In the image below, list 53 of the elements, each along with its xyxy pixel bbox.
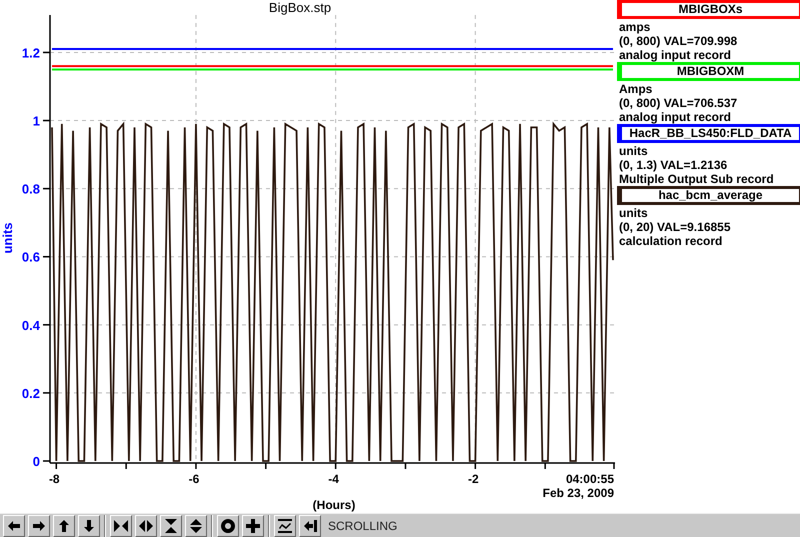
date-label: Feb 23, 2009 — [542, 486, 614, 500]
legend-label: MBIGBOXs — [617, 0, 800, 19]
toolbar-button[interactable] — [53, 515, 75, 537]
y-tick-label: 0.8 — [22, 182, 40, 197]
toolbar-button[interactable] — [242, 515, 264, 537]
toolbar-button[interactable] — [110, 515, 132, 537]
legend-text: Amps — [618, 82, 652, 96]
toolbar-button[interactable] — [135, 515, 157, 537]
arrow-to-bar-icon — [302, 518, 318, 534]
legend-text: (0, 800) VAL=706.537 — [618, 96, 738, 110]
y-tick-label: 0.4 — [22, 318, 40, 333]
x-axis-title: (Hours) — [312, 498, 356, 512]
y-tick-label: 0.2 — [22, 386, 40, 401]
x-tick-label: -6 — [188, 472, 200, 486]
x-tick-label: -4 — [328, 472, 339, 486]
arrow-right-icon — [31, 518, 47, 534]
legend-text: analog input record — [618, 48, 732, 62]
triangles-outward-icon — [138, 518, 154, 534]
graph-icon — [277, 518, 293, 534]
legend-text: units — [618, 144, 648, 158]
y-tick-label: 1.2 — [22, 45, 40, 60]
time-label: 04:00:55 — [566, 472, 614, 486]
legend-text: analog input record — [618, 110, 732, 124]
y-axis-title: units — [0, 222, 15, 254]
y-tick-label: 1 — [32, 114, 40, 129]
legend-text: (0, 800) VAL=709.998 — [618, 34, 738, 48]
legend-text: units — [618, 206, 648, 220]
legend-text: Multiple Output Sub record — [618, 172, 774, 186]
toolbar-button[interactable] — [78, 515, 100, 537]
legend-text: amps — [618, 20, 650, 34]
toolbar-button[interactable] — [160, 515, 182, 537]
toolbar-button[interactable] — [217, 515, 239, 537]
plus-icon — [245, 518, 261, 534]
triangles-outward-icon — [188, 518, 204, 534]
legend-text: (0, 1.3) VAL=1.2136 — [618, 158, 728, 172]
y-tick-label: 0 — [32, 454, 40, 469]
triangles-inward-icon — [163, 518, 179, 534]
status-text: SCROLLING — [328, 519, 398, 533]
toolbar-button[interactable] — [185, 515, 207, 537]
triangles-inward-icon — [113, 518, 129, 534]
toolbar-button[interactable] — [3, 515, 25, 537]
chart-title: BigBox.stp — [268, 0, 332, 15]
legend-text: calculation record — [618, 234, 722, 248]
legend-text: (0, 20) VAL=9.16855 — [618, 220, 731, 234]
legend-label: hac_bcm_average — [617, 186, 800, 205]
legend-label: HacR_BB_LS450:FLD_DATA — [617, 124, 800, 143]
toolbar-button[interactable] — [299, 515, 321, 537]
toolbar-button[interactable] — [28, 515, 50, 537]
legend-label: MBIGBOXM — [617, 62, 800, 81]
toolbar-button[interactable] — [274, 515, 296, 537]
x-tick-label: -8 — [48, 472, 60, 486]
x-tick-label: -2 — [468, 472, 479, 486]
y-tick-label: 0.6 — [22, 250, 40, 265]
